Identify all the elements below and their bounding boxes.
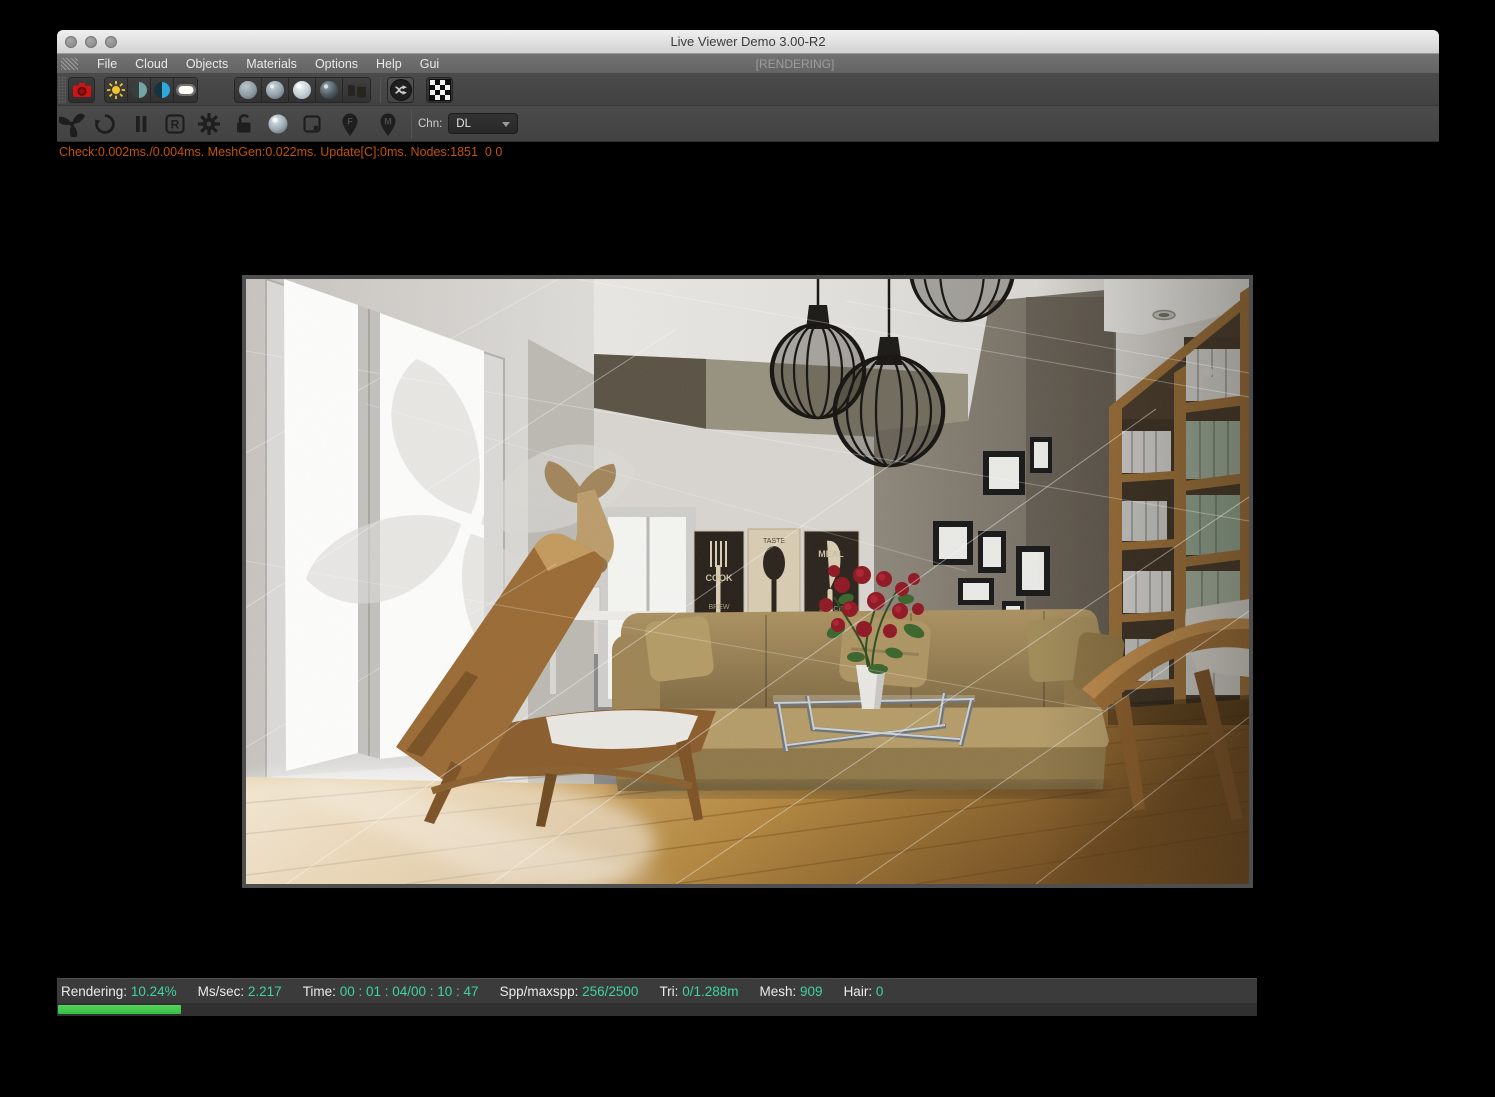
region-render-button[interactable] xyxy=(299,111,325,137)
material-glossy-button[interactable] xyxy=(289,77,316,102)
svg-text:F: F xyxy=(347,116,353,126)
lock-icon xyxy=(237,113,251,132)
progress-track xyxy=(57,1003,1257,1016)
channel-dropdown[interactable]: DL xyxy=(448,113,519,134)
gear-icon xyxy=(198,112,220,135)
camera-icon xyxy=(72,82,91,97)
rendered-scene: COOK BREW TASTE PINCH MEAL SNACK xyxy=(246,279,1249,884)
exposure-pill-icon xyxy=(176,83,196,96)
stat-spp: Spp/maxspp: 256/2500 xyxy=(499,983,639,999)
render-viewport[interactable]: COOK BREW TASTE PINCH MEAL SNACK xyxy=(242,275,1253,888)
exposure-button[interactable] xyxy=(174,77,197,102)
pause-button[interactable] xyxy=(128,111,154,137)
menu-objects[interactable]: Objects xyxy=(177,57,237,71)
refresh-icon xyxy=(94,113,115,134)
material-specular-sphere-icon xyxy=(320,80,338,99)
lock-button[interactable] xyxy=(231,111,257,137)
menu-options[interactable]: Options xyxy=(306,57,367,71)
material-specular-button[interactable] xyxy=(316,77,343,102)
chevron-down-icon xyxy=(502,122,511,127)
settings-button[interactable] xyxy=(196,111,222,137)
toolbar-row1 xyxy=(57,74,1439,106)
snapshot-button[interactable] xyxy=(68,76,95,103)
toolbar-separator xyxy=(380,76,381,103)
material-diffuse-sphere-icon xyxy=(266,80,284,99)
channel-label: Chn: xyxy=(418,117,443,130)
pin-f-icon: F xyxy=(342,113,358,136)
pause-icon xyxy=(136,115,147,132)
stat-tri: Tri: 0/1.288m xyxy=(659,983,739,999)
textures-icon xyxy=(347,83,366,97)
contrast-teal-icon xyxy=(131,81,147,98)
checkerboard-button[interactable] xyxy=(426,76,453,103)
toolbar-separator xyxy=(411,108,412,139)
sun-icon xyxy=(107,80,125,99)
svg-text:M: M xyxy=(384,116,392,126)
material-matte-sphere-icon xyxy=(239,80,257,99)
sun-button[interactable] xyxy=(105,77,128,102)
toolbar-grip[interactable] xyxy=(58,75,66,104)
contrast-blue-icon xyxy=(154,81,170,98)
shuffle-button[interactable] xyxy=(387,76,414,103)
svg-text:R: R xyxy=(171,117,180,131)
material-group xyxy=(234,76,371,103)
contrast-blue-button[interactable] xyxy=(151,77,174,102)
sphere-icon xyxy=(268,114,288,133)
stat-ms-sec: Ms/sec: 2.217 xyxy=(197,983,282,999)
titlebar[interactable]: Live Viewer Demo 3.00-R2 xyxy=(57,30,1439,54)
restart-icon: R xyxy=(165,113,185,134)
menu-gui[interactable]: Gui xyxy=(411,57,448,71)
render-grain xyxy=(246,279,1249,884)
menu-cloud[interactable]: Cloud xyxy=(126,57,177,71)
render-statusbar: Rendering: 10.24% Ms/sec: 2.217 Time: 00… xyxy=(57,978,1257,1003)
menubar: File Cloud Objects Materials Options Hel… xyxy=(57,54,1439,74)
toolbar-row2: R F M Chn: DL xyxy=(57,106,1439,142)
material-diffuse-button[interactable] xyxy=(262,77,289,102)
progress-fill xyxy=(58,1005,181,1014)
menu-help[interactable]: Help xyxy=(367,57,411,71)
shuffle-icon xyxy=(389,78,412,101)
screen: Live Viewer Demo 3.00-R2 File Cloud Obje… xyxy=(0,0,1495,1097)
menu-file[interactable]: File xyxy=(88,57,126,71)
perf-stats: Check:0.002ms./0.004ms. MeshGen:0.022ms.… xyxy=(59,145,503,159)
display-group xyxy=(104,76,198,103)
textures-button[interactable] xyxy=(343,77,370,102)
checkerboard-icon xyxy=(428,78,451,101)
drag-handle-icon[interactable] xyxy=(61,57,78,70)
rendering-status: [RENDERING] xyxy=(755,57,835,71)
focus-picker-button[interactable]: F xyxy=(337,111,363,137)
window-title: Live Viewer Demo 3.00-R2 xyxy=(670,34,826,49)
octane-fan-icon xyxy=(59,113,85,137)
contrast-teal-button[interactable] xyxy=(128,77,151,102)
region-icon xyxy=(303,114,321,133)
menu-materials[interactable]: Materials xyxy=(237,57,306,71)
stat-rendering: Rendering: 10.24% xyxy=(61,983,177,999)
octane-reset-button[interactable] xyxy=(59,111,85,137)
stat-mesh: Mesh: 909 xyxy=(759,983,823,999)
restart-button[interactable]: R xyxy=(162,111,188,137)
refresh-button[interactable] xyxy=(92,111,118,137)
live-viewer-window: Live Viewer Demo 3.00-R2 File Cloud Obje… xyxy=(57,30,1439,142)
stat-hair: Hair: 0 xyxy=(843,983,884,999)
material-matte-button[interactable] xyxy=(235,77,262,102)
material-preview-button[interactable] xyxy=(265,111,291,137)
material-glossy-sphere-icon xyxy=(293,80,311,99)
channel-value: DL xyxy=(456,117,471,130)
stat-time: Time: 00 : 01 : 04/00 : 10 : 47 xyxy=(302,983,479,999)
material-picker-button[interactable]: M xyxy=(375,111,401,137)
pin-m-icon: M xyxy=(380,113,396,136)
